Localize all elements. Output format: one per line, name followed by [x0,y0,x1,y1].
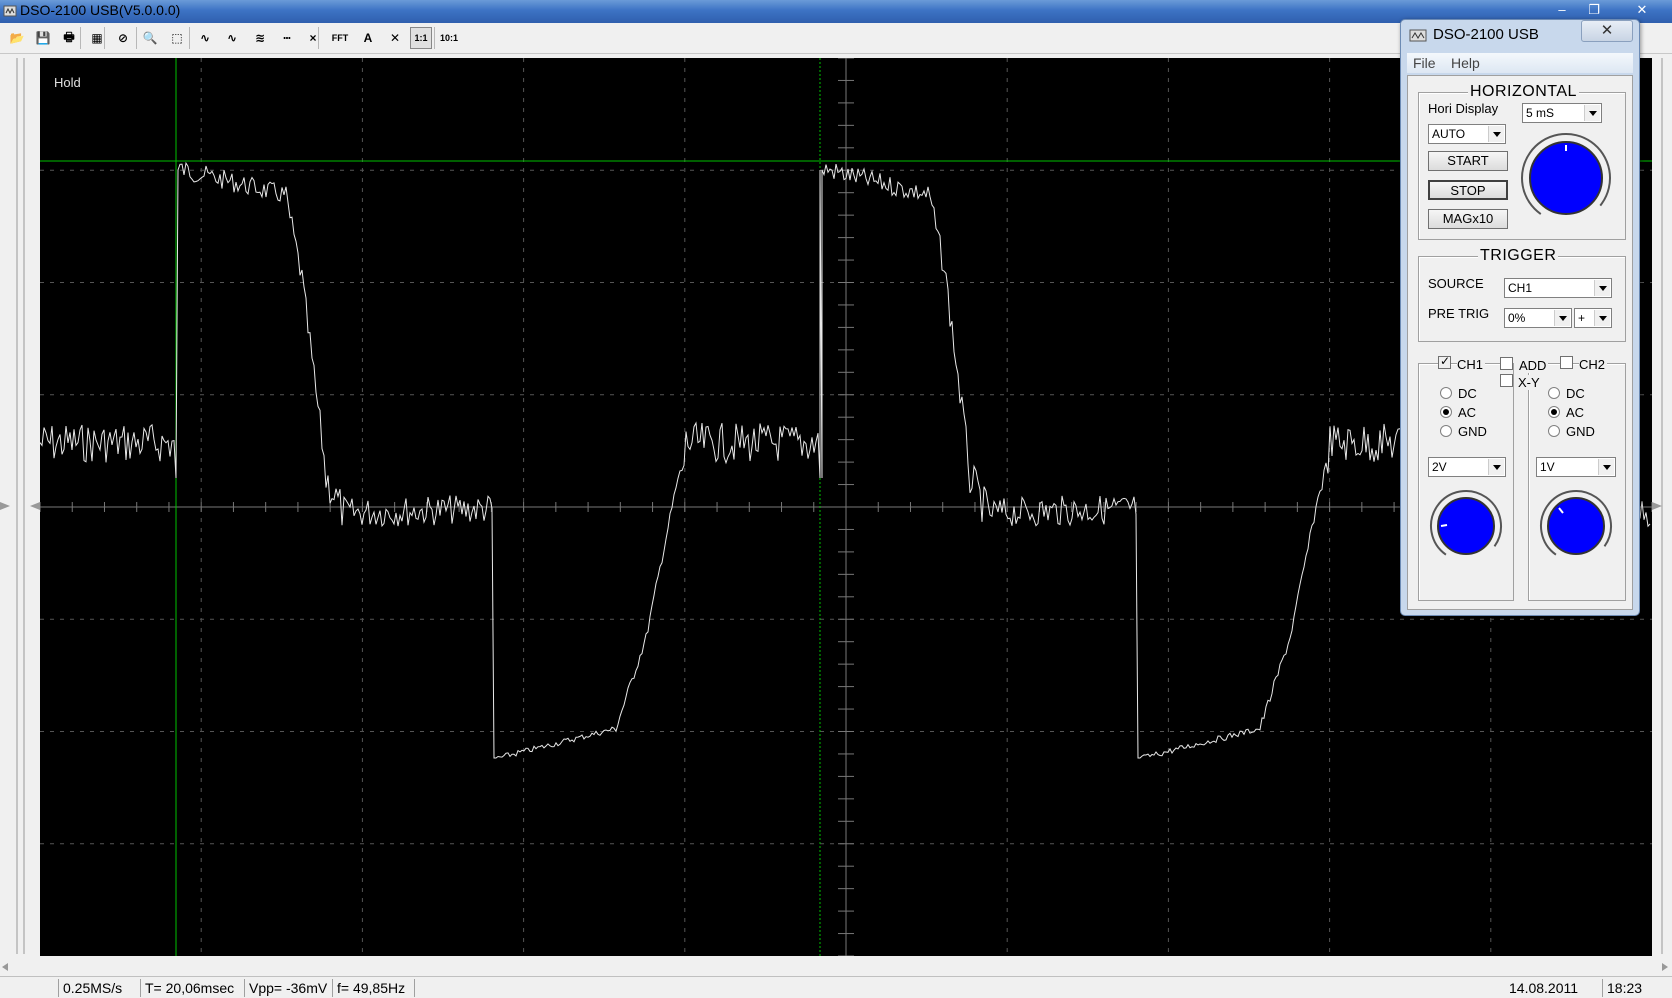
ch2-label: CH2 [1579,357,1608,372]
source-label: SOURCE [1428,276,1484,291]
ch2-gnd-radio[interactable] [1548,425,1560,437]
timebase-knob[interactable] [1520,132,1612,224]
chevron-down-icon [1584,105,1600,121]
panel-menu-bar: File Help [1407,53,1633,73]
left-ruler [0,58,40,954]
vpp-readout: Vpp= -36mV [244,979,327,997]
dots-icon[interactable]: ┅ [276,27,298,49]
toolbar-separator [189,27,190,49]
wave-math-icon[interactable]: ≋ [249,27,271,49]
chevron-down-icon [1488,126,1504,142]
window-title: DSO-2100 USB(V5.0.0.0) [20,2,181,18]
status-bar: 0.25MS/s T= 20,06msec Vpp= -36mV f= 49,8… [0,976,1672,998]
start-button[interactable]: START [1428,151,1508,171]
print-icon[interactable]: 🖶 [58,27,80,49]
trigger-source-select[interactable]: CH1 [1504,278,1612,298]
menu-help[interactable]: Help [1451,55,1480,71]
period-readout: T= 20,06msec [140,979,234,997]
wave-ch1-icon[interactable]: ∿ [194,27,216,49]
toolbar-separator [80,27,81,49]
ch1-checkbox[interactable] [1438,354,1451,369]
panel-title: DSO-2100 USB [1433,26,1539,43]
timebase-select[interactable]: 5 mS [1522,103,1602,123]
add-label: ADD [1519,358,1549,373]
xy-label: X-Y [1518,375,1540,390]
hold-label: Hold [54,75,81,90]
ch1-dc-radio[interactable] [1440,387,1452,399]
ch2-checkbox[interactable] [1560,356,1573,369]
marker-icon[interactable]: × [302,27,324,49]
trigger-title: TRIGGER [1478,247,1559,265]
minimize-button[interactable]: – [1550,0,1574,20]
ch1-volts-knob[interactable] [1428,488,1504,564]
xy-checkbox[interactable] [1500,374,1513,387]
open-folder-icon[interactable]: 📂 [6,27,28,49]
ch1-ac-label: AC [1458,405,1477,420]
stop-icon[interactable]: ⊘ [112,27,134,49]
ch1-label: CH1 [1457,357,1486,372]
select-area-icon[interactable]: ⬚ [166,27,188,49]
status-divider [414,979,415,997]
auto-measure-icon[interactable]: A [357,27,379,49]
time-readout: 18:23 [1602,979,1642,997]
ch1-gnd-radio[interactable] [1440,425,1452,437]
trigger-group [1418,256,1626,342]
chevron-down-icon [1594,280,1610,296]
right-scrollbar[interactable] [1652,54,1672,964]
horizontal-scrollbar[interactable] [0,958,1672,976]
chevron-down-icon [1488,459,1504,475]
wave-ch2-icon[interactable]: ∿ [221,27,243,49]
pretrig-select[interactable]: 0% [1504,308,1572,328]
sample-rate: 0.25MS/s [58,979,122,997]
control-panel: DSO-2100 USB ✕ File Help HORIZONTAL Hori… [1400,19,1640,616]
hori-display-label: Hori Display [1428,101,1499,116]
panel-body: HORIZONTAL Hori Display 5 mS AUTO START … [1407,75,1633,610]
maximize-button[interactable]: ❐ [1582,0,1606,20]
ch2-gnd-label: GND [1566,424,1595,439]
pretrig-label: PRE TRIG [1428,306,1490,321]
stop-button[interactable]: STOP [1428,180,1508,200]
frequency-readout: f= 49,85Hz [332,979,405,997]
chevron-down-icon [1554,310,1570,326]
probe-10x-icon[interactable]: 10:1 [438,27,460,49]
ch2-dc-radio[interactable] [1548,387,1560,399]
ch1-gnd-label: GND [1458,424,1487,439]
fft-icon[interactable]: FFT [329,27,351,49]
ch1-ac-radio[interactable] [1440,406,1452,418]
ch2-dc-label: DC [1566,386,1585,401]
close-button[interactable]: ✕ [1628,0,1656,20]
clear-icon[interactable]: ✕ [384,27,406,49]
ch1-volts-select[interactable]: 2V [1428,457,1506,477]
ch1-dc-label: DC [1458,386,1477,401]
add-checkbox[interactable] [1500,357,1513,370]
zoom-icon[interactable]: 🔍 [139,27,161,49]
menu-file[interactable]: File [1413,55,1436,71]
probe-1x-icon[interactable]: 1:1 [410,27,432,49]
ch2-ac-radio[interactable] [1548,406,1560,418]
horizontal-title: HORIZONTAL [1468,83,1579,101]
toolbar-separator [434,27,435,49]
save-icon[interactable]: 💾 [32,27,54,49]
toolbar-separator [136,27,137,49]
toolbar-separator [318,27,319,49]
chevron-down-icon [1598,459,1614,475]
date-readout: 14.08.2011 [1509,980,1579,996]
ch2-ac-label: AC [1566,405,1585,420]
ch2-volts-knob[interactable] [1538,488,1614,564]
trigger-slope-select[interactable]: + [1574,308,1612,328]
mag-x10-button[interactable]: MAGx10 [1428,209,1508,229]
panel-app-icon [1409,29,1427,42]
ch2-volts-select[interactable]: 1V [1536,457,1616,477]
app-icon [3,5,17,17]
panel-close-button[interactable]: ✕ [1581,20,1633,42]
hori-mode-select[interactable]: AUTO [1428,124,1506,144]
toolbar-separator [104,27,105,49]
chevron-down-icon [1594,310,1610,326]
